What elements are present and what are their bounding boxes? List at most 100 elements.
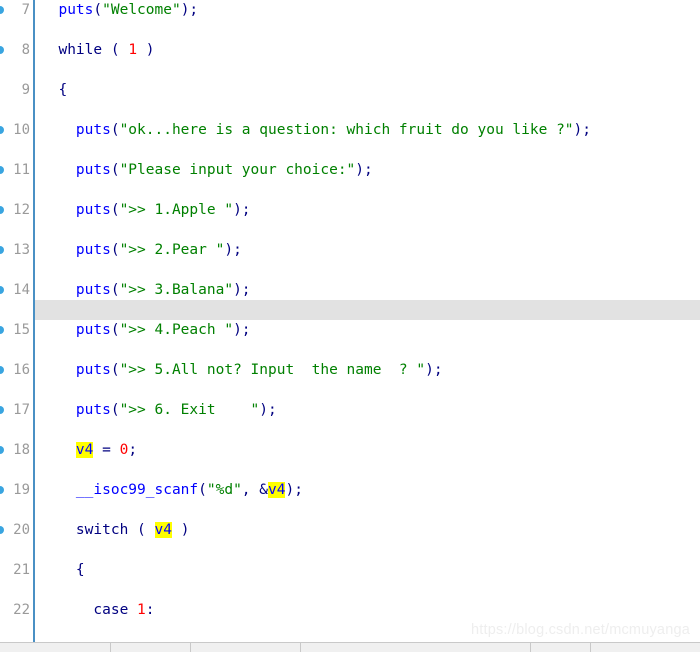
token-punctuation: ); bbox=[259, 402, 277, 418]
line-number: 15 bbox=[13, 322, 30, 338]
token-function-name: puts bbox=[75, 362, 111, 378]
token-keyword: switch bbox=[75, 522, 129, 538]
code-line[interactable]: 12 puts(">> 1.Apple "); bbox=[0, 200, 700, 220]
token-function-name: __isoc99_scanf bbox=[75, 482, 199, 498]
token-string: ">> 5.All not? Input the name ? " bbox=[119, 362, 426, 378]
code-line[interactable]: 11 puts("Please input your choice:"); bbox=[0, 160, 700, 180]
line-number: 12 bbox=[13, 202, 30, 218]
line-number: 14 bbox=[13, 282, 30, 298]
code-line[interactable]: 7 puts("Welcome"); bbox=[0, 0, 700, 20]
code-text: puts(">> 1.Apple "); bbox=[41, 200, 251, 220]
token-punctuation: ) bbox=[171, 522, 190, 538]
code-line[interactable]: 14 puts(">> 3.Balana"); bbox=[0, 280, 700, 300]
token-function-name: puts bbox=[75, 122, 111, 138]
code-line[interactable]: 19 __isoc99_scanf("%d", &v4); bbox=[0, 480, 700, 500]
token-punctuation: { bbox=[41, 82, 68, 98]
token-punctuation: ); bbox=[573, 122, 591, 138]
token-function-name: puts bbox=[75, 322, 111, 338]
token-punctuation: { bbox=[41, 562, 85, 578]
code-line[interactable]: 17 puts(">> 6. Exit "); bbox=[0, 400, 700, 420]
code-line[interactable]: 13 puts(">> 2.Pear "); bbox=[0, 240, 700, 260]
token-punctuation: , & bbox=[241, 482, 268, 498]
token-punctuation: ); bbox=[285, 482, 303, 498]
token-number: 1 bbox=[128, 42, 138, 58]
code-text: puts(">> 5.All not? Input the name ? "); bbox=[41, 360, 443, 380]
token-string: "Welcome" bbox=[102, 2, 181, 18]
status-bar-divider bbox=[300, 643, 301, 652]
token-punctuation: ( bbox=[110, 402, 120, 418]
token-punctuation: ( bbox=[198, 482, 207, 498]
status-bar-divider bbox=[590, 643, 591, 652]
token-punctuation: ); bbox=[180, 2, 199, 18]
token-punctuation: = bbox=[93, 442, 120, 458]
token-string: ">> 2.Pear " bbox=[119, 242, 225, 258]
token-punctuation: ); bbox=[224, 242, 242, 258]
token-string: ">> 3.Balana" bbox=[119, 282, 234, 298]
code-line[interactable]: 18 v4 = 0; bbox=[0, 440, 700, 460]
code-line[interactable]: 22 case 1: bbox=[0, 600, 700, 620]
code-text: __isoc99_scanf("%d", &v4); bbox=[41, 480, 303, 500]
token-punctuation: ); bbox=[233, 322, 251, 338]
code-line[interactable]: 15 puts(">> 4.Peach "); bbox=[0, 320, 700, 340]
line-number: 19 bbox=[13, 482, 30, 498]
token-string: ">> 4.Peach " bbox=[119, 322, 234, 338]
token-string: ">> 1.Apple " bbox=[119, 202, 234, 218]
token-punctuation bbox=[41, 122, 76, 138]
code-editor[interactable]: 7 puts("Welcome"); 8 while ( 1 ) 9 {10 put… bbox=[0, 0, 700, 652]
code-line[interactable]: 16 puts(">> 5.All not? Input the name ? … bbox=[0, 360, 700, 380]
status-bar-divider bbox=[190, 643, 191, 652]
line-number: 21 bbox=[13, 562, 30, 578]
status-bar-divider bbox=[110, 643, 111, 652]
code-line[interactable]: 20 switch ( v4 ) bbox=[0, 520, 700, 540]
line-number: 8 bbox=[21, 42, 30, 58]
code-text: case 1: bbox=[41, 600, 155, 620]
token-punctuation bbox=[41, 482, 76, 498]
line-number: 17 bbox=[13, 402, 30, 418]
token-punctuation: ( bbox=[102, 42, 129, 58]
token-punctuation bbox=[41, 202, 76, 218]
code-text: switch ( v4 ) bbox=[41, 520, 189, 540]
line-number: 16 bbox=[13, 362, 30, 378]
token-punctuation bbox=[41, 162, 76, 178]
token-punctuation: ( bbox=[128, 522, 155, 538]
token-function-name: puts bbox=[58, 2, 94, 18]
token-punctuation: ( bbox=[93, 2, 103, 18]
line-number: 7 bbox=[21, 2, 30, 18]
token-keyword: case bbox=[93, 602, 129, 618]
code-line[interactable]: 8 while ( 1 ) bbox=[0, 40, 700, 60]
code-line[interactable]: 9 { bbox=[0, 80, 700, 100]
code-text: { bbox=[41, 80, 67, 100]
code-text: v4 = 0; bbox=[41, 440, 137, 460]
token-punctuation: ) bbox=[137, 42, 155, 58]
line-number: 11 bbox=[13, 162, 30, 178]
token-function-name: puts bbox=[75, 242, 111, 258]
token-punctuation: ( bbox=[110, 362, 120, 378]
token-punctuation bbox=[41, 442, 76, 458]
token-punctuation: ( bbox=[110, 322, 120, 338]
code-text: puts("Please input your choice:"); bbox=[41, 160, 373, 180]
token-punctuation: ( bbox=[110, 122, 120, 138]
line-number: 10 bbox=[13, 122, 30, 138]
token-punctuation: ( bbox=[110, 282, 120, 298]
code-text: puts(">> 6. Exit "); bbox=[41, 400, 277, 420]
token-punctuation bbox=[41, 42, 58, 58]
line-number: 20 bbox=[13, 522, 30, 538]
token-function-name: puts bbox=[75, 162, 111, 178]
token-punctuation: ( bbox=[110, 242, 120, 258]
code-text: puts(">> 2.Pear "); bbox=[41, 240, 242, 260]
code-text: { bbox=[41, 560, 85, 580]
code-lines-container[interactable]: 7 puts("Welcome"); 8 while ( 1 ) 9 {10 put… bbox=[0, 0, 700, 652]
token-punctuation: : bbox=[145, 602, 155, 618]
watermark-url: https://blog.csdn.net/mcmuyanga bbox=[471, 622, 690, 638]
token-punctuation bbox=[41, 242, 76, 258]
status-bar[interactable] bbox=[0, 642, 700, 652]
token-punctuation bbox=[41, 2, 58, 18]
code-text: puts("Welcome"); bbox=[41, 0, 198, 20]
line-number: 18 bbox=[13, 442, 30, 458]
code-text: while ( 1 ) bbox=[41, 40, 155, 60]
code-line[interactable]: 10 puts("ok...here is a question: which … bbox=[0, 120, 700, 140]
code-line[interactable]: 21 { bbox=[0, 560, 700, 580]
status-bar-divider bbox=[530, 643, 531, 652]
line-number: 13 bbox=[13, 242, 30, 258]
token-string: "ok...here is a question: which fruit do… bbox=[119, 122, 574, 138]
